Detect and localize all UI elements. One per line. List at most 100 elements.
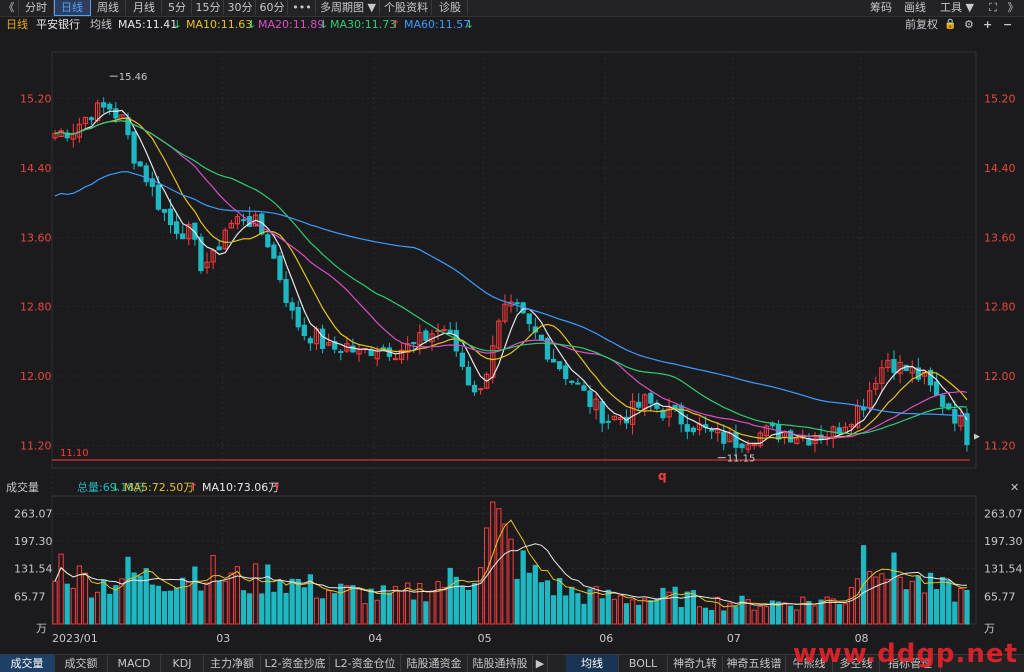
indicator-tab-6[interactable]: L2-资金仓位 (330, 655, 401, 672)
volume-bar (253, 563, 259, 625)
candle-body (477, 388, 484, 391)
volume-ma5: MA5:72.50万 (124, 481, 195, 494)
candle-body (575, 382, 581, 385)
volume-bar (228, 572, 234, 625)
volume-bar (295, 579, 301, 625)
candle-body (113, 108, 119, 119)
candle-body (307, 338, 314, 344)
tab-1[interactable]: 日线 (54, 0, 91, 16)
indicator-tab-7[interactable]: 陆股通资金 (401, 655, 468, 672)
volume-bar (854, 578, 861, 625)
candle-body (180, 233, 186, 240)
ma-value-1: MA10:11.63 (186, 18, 253, 31)
volume-tick-left: 131.54 (14, 563, 53, 576)
volume-bar (161, 591, 168, 625)
tab-2[interactable]: 周线 (91, 0, 126, 15)
tools-menu-button[interactable]: 工具 ▼ (934, 0, 980, 16)
tab-9[interactable]: 多周期图 ▼ (317, 0, 380, 15)
candle-body (775, 424, 782, 440)
kline-chart[interactable]: 15.20 15.20 14.40 14.40 13.60 13.60 12.80 12.80… (0, 34, 1024, 654)
volume-bar (246, 593, 253, 625)
candle-body (891, 359, 897, 373)
volume-bar (611, 598, 617, 625)
volume-bar (617, 595, 624, 625)
price-tick-left: 14.40 (20, 162, 52, 175)
indicator-tab-13[interactable]: 神奇五线谱 (723, 655, 786, 672)
volume-bar (903, 589, 909, 625)
collapse-icon[interactable]: 》 (1004, 0, 1022, 16)
tab-0[interactable]: 分时 (19, 0, 54, 15)
tab-6[interactable]: 30分 (225, 0, 256, 15)
back-icon[interactable]: 《 (0, 0, 19, 15)
indicator-tab-5[interactable]: L2-资金抄底 (261, 655, 330, 672)
tab-11[interactable]: 诊股 (433, 0, 468, 15)
close-volume-icon[interactable]: ✕ (1010, 480, 1019, 496)
volume-bar (234, 566, 241, 625)
volume-bar (374, 599, 380, 625)
candle-body (107, 103, 113, 110)
volume-bar (64, 583, 70, 625)
ma-line-ma30 (54, 120, 968, 435)
zoom-out-icon[interactable]: − (1003, 16, 1012, 34)
volume-bar (332, 593, 338, 625)
volume-bar (94, 591, 101, 625)
tab-4[interactable]: 5分 (163, 0, 192, 15)
candle-body (380, 347, 386, 350)
volume-bar (137, 575, 143, 625)
indicator-tab-3[interactable]: KDJ (161, 655, 204, 672)
stock-name: 平安银行 (36, 18, 80, 31)
volume-bar (143, 568, 149, 625)
indicator-tab-1[interactable]: 成交额 (55, 655, 108, 672)
volume-bar (751, 609, 757, 625)
volume-bar (933, 589, 940, 625)
candle-body (587, 390, 593, 407)
volume-bar (319, 598, 326, 625)
price-tick-right: 15.20 (984, 93, 1016, 106)
indicator-tab-8[interactable]: 陆股通持股 (468, 655, 533, 672)
low-label: 11.15 (727, 454, 756, 465)
indicator-tab-0[interactable]: 成交量 (0, 655, 55, 672)
candle-body (453, 329, 459, 352)
ma-label[interactable]: 均线 (90, 16, 112, 34)
indicator-tab-12[interactable]: 神奇九转 (668, 655, 723, 672)
indicator-tab-2[interactable]: MACD (108, 655, 161, 672)
volume-bar (575, 593, 581, 625)
volume-bar (338, 583, 344, 625)
lock-icon[interactable]: 🔒 (944, 16, 956, 34)
tab-8[interactable]: ••• (289, 0, 316, 15)
indicator-tab-10[interactable]: 均线 (566, 655, 619, 672)
adjust-mode-button[interactable]: 前复权 (905, 16, 938, 34)
draw-line-button[interactable]: 画线 (898, 0, 932, 16)
tab-3[interactable]: 月线 (127, 0, 162, 15)
expand-icon[interactable]: ⛶ (984, 0, 1002, 16)
candle-body (684, 424, 690, 432)
tab-10[interactable]: 个股资料 (381, 0, 432, 15)
candle-body (277, 255, 283, 281)
volume-bar (368, 588, 374, 625)
volume-bar (842, 603, 848, 625)
high-label: 15.46 (119, 72, 148, 83)
volume-bar (520, 550, 526, 625)
volume-unit-left: 万 (36, 622, 47, 635)
chips-button[interactable]: 筹码 (864, 0, 898, 16)
tab-5[interactable]: 15分 (193, 0, 224, 15)
indicator-tab-11[interactable]: BOLL (619, 655, 668, 672)
volume-bar (356, 588, 362, 625)
volume-bar (544, 580, 551, 625)
candle-body (350, 345, 356, 353)
volume-bar (386, 592, 393, 625)
volume-bar (927, 572, 934, 625)
volume-bar (690, 590, 697, 625)
price-tick-left: 12.00 (20, 370, 52, 383)
volume-bar (107, 593, 113, 625)
volume-bar (325, 590, 332, 625)
zoom-in-icon[interactable]: + (983, 16, 992, 34)
settings-icon[interactable]: ⚙ (964, 16, 974, 34)
tab-7[interactable]: 60分 (257, 0, 288, 15)
indicator-tab-4[interactable]: 主力净额 (204, 655, 261, 672)
indicator-tab-9[interactable]: ▶ (533, 655, 548, 672)
top-toolbar: 《 分时 日线 周线 月线 5分 15分 30分 60分 ••• 多周期图 ▼ 个股资料 诊股 筹码 … (0, 0, 1024, 17)
volume-bar (447, 567, 453, 625)
ma-value-4: MA60:11.57 (404, 18, 471, 31)
volume-bar (222, 580, 228, 625)
